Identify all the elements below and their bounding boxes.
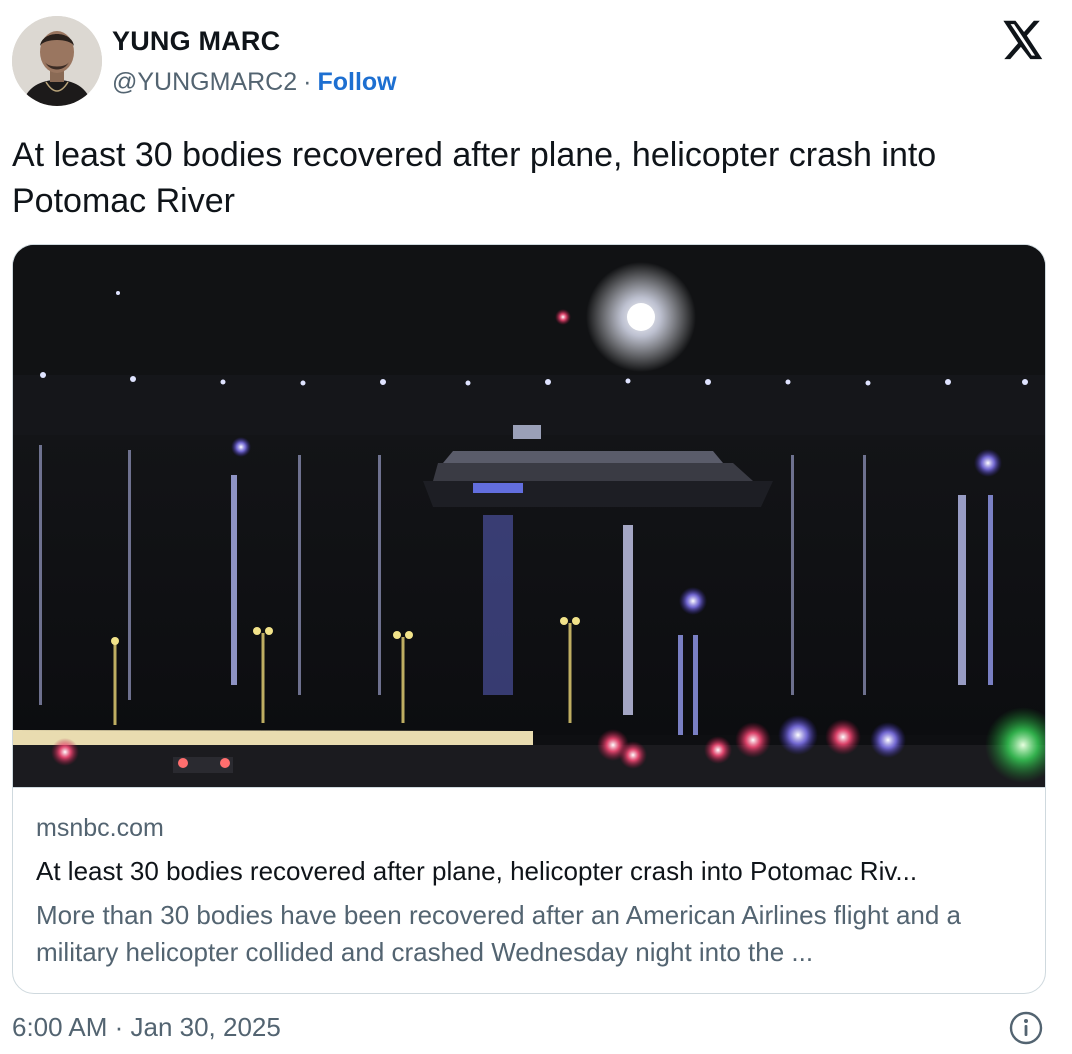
tweet-embed: YUNG MARC @YUNGMARC2 · Follow At least 30 … bbox=[0, 0, 1072, 1054]
x-logo-icon[interactable] bbox=[1002, 20, 1044, 60]
author-handle-row: @YUNGMARC2 · Follow bbox=[112, 68, 397, 97]
avatar[interactable] bbox=[12, 16, 102, 106]
link-preview-card[interactable]: msnbc.com At least 30 bodies recovered a… bbox=[12, 244, 1046, 994]
card-title: At least 30 bodies recovered after plane… bbox=[36, 856, 918, 886]
info-icon[interactable] bbox=[1008, 1010, 1044, 1046]
author-handle[interactable]: @YUNGMARC2 bbox=[112, 68, 297, 96]
avatar-image bbox=[12, 16, 102, 106]
follow-button[interactable]: Follow bbox=[317, 68, 396, 96]
tweet-text: At least 30 bodies recovered after plane… bbox=[12, 136, 937, 220]
card-domain: msnbc.com bbox=[36, 814, 164, 842]
handle-separator: · bbox=[303, 68, 312, 96]
author-display-name[interactable]: YUNG MARC bbox=[112, 26, 280, 57]
card-description: More than 30 bodies have been recovered … bbox=[36, 900, 962, 967]
card-photo bbox=[13, 245, 1045, 787]
tweet-timestamp[interactable]: 6:00 AM · Jan 30, 2025 bbox=[12, 1012, 281, 1043]
card-image[interactable] bbox=[13, 245, 1045, 788]
